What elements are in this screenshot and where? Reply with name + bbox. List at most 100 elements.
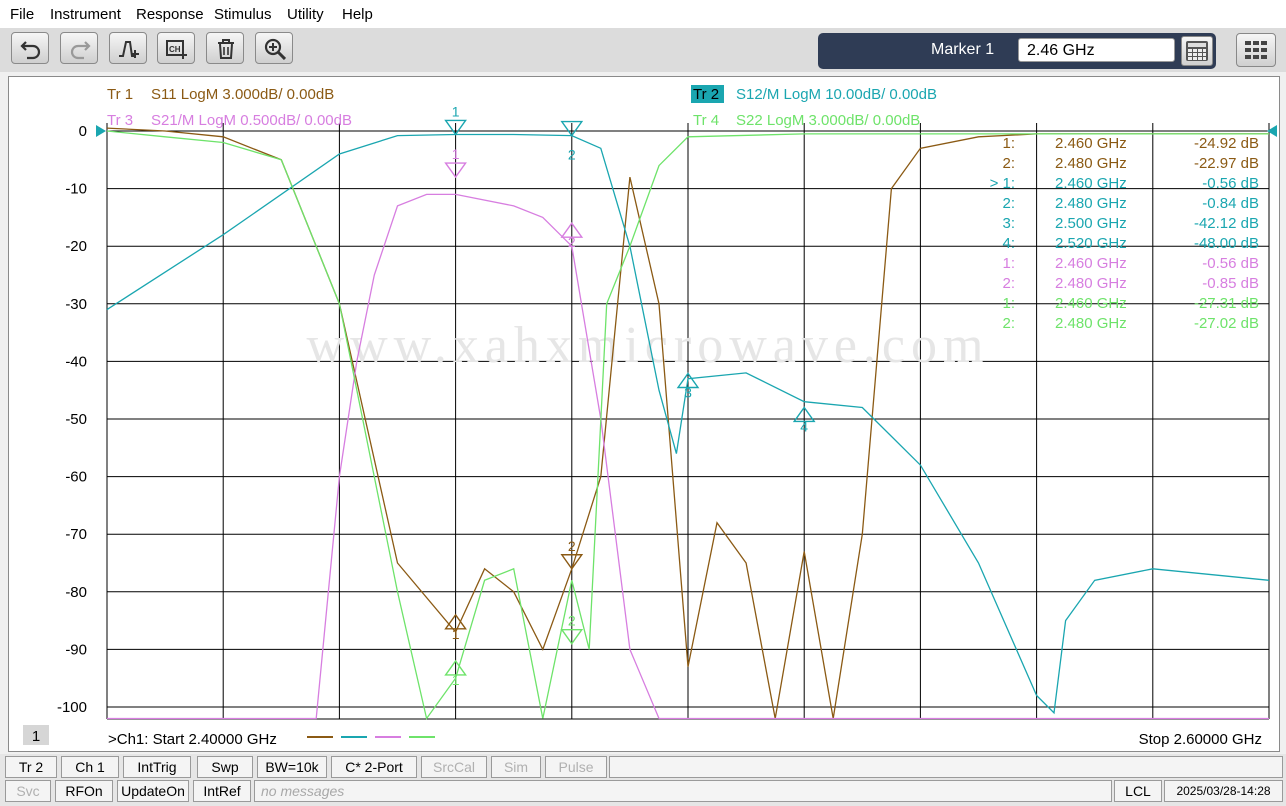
status-tr-2[interactable]: Tr 2 xyxy=(5,756,57,778)
add-channel-button[interactable]: CH xyxy=(157,32,195,64)
marker-readout-row: 2: 2.480 GHz -22.97 dB xyxy=(1002,155,1259,172)
marker-readout-row: 3: 2.500 GHz -42.12 dB xyxy=(1002,215,1259,232)
calculator-button[interactable] xyxy=(1181,36,1213,66)
svg-text:2.460 GHz: 2.460 GHz xyxy=(1055,255,1127,272)
menu-response[interactable]: Response xyxy=(136,6,204,23)
svg-text:2.480 GHz: 2.480 GHz xyxy=(1055,315,1127,332)
svg-text:1:: 1: xyxy=(1002,255,1015,272)
svg-text:2: 2 xyxy=(568,147,576,163)
grid-menu-icon xyxy=(1245,41,1267,59)
svg-text:1: 1 xyxy=(452,146,460,162)
status-updateon[interactable]: UpdateOn xyxy=(117,780,189,802)
svg-text:2.480 GHz: 2.480 GHz xyxy=(1055,155,1127,172)
marker-readout-row: 1: 2.460 GHz -0.56 dB xyxy=(1002,255,1259,272)
y-tick-label: -80 xyxy=(65,584,87,601)
svg-text:CH: CH xyxy=(169,45,181,54)
status-inttrig[interactable]: IntTrig xyxy=(123,756,191,778)
trace-chart: 0 -10 -20 -30 -40 -50 -60 -70 -80 -90 -100 www.xah… xyxy=(23,85,1277,748)
svg-text:2.460 GHz: 2.460 GHz xyxy=(1055,135,1127,152)
status-spacer xyxy=(609,756,1283,778)
status-datetime: 2025/03/28-14:28 xyxy=(1164,780,1283,802)
marker-readout-row: 4: 2.520 GHz -48.00 dB xyxy=(1002,235,1259,252)
y-tick-label: -70 xyxy=(65,526,87,543)
status-lcl[interactable]: LCL xyxy=(1114,780,1162,802)
y-tick-label: -40 xyxy=(65,353,87,370)
trace-3-tag[interactable]: Tr 3 xyxy=(107,112,133,129)
trace-3-label[interactable]: S21/M LogM 0.500dB/ 0.00dB xyxy=(151,112,352,129)
add-marker-button[interactable] xyxy=(109,32,147,64)
stop-frequency[interactable]: Stop 2.60000 GHz xyxy=(1139,731,1262,748)
y-tick-label: -30 xyxy=(65,296,87,313)
status-swp[interactable]: Swp xyxy=(197,756,253,778)
marker-readout-row: 2: 2.480 GHz -0.84 dB xyxy=(1002,195,1259,212)
svg-text:-27.02 dB: -27.02 dB xyxy=(1194,315,1259,332)
status-ch-1[interactable]: Ch 1 xyxy=(61,756,119,778)
grid xyxy=(106,123,1270,720)
add-channel-icon: CH xyxy=(166,40,187,59)
zoom-icon xyxy=(264,38,286,60)
y-tick-label: -100 xyxy=(57,699,87,716)
trace-1-tag[interactable]: Tr 1 xyxy=(107,86,133,103)
trace-4-tag[interactable]: Tr 4 xyxy=(693,112,719,129)
status-srccal[interactable]: SrcCal xyxy=(421,756,487,778)
trace-2-tag[interactable]: Tr 2 xyxy=(693,86,719,103)
svg-text:1:: 1: xyxy=(1002,135,1015,152)
svg-text:1: 1 xyxy=(452,626,460,642)
status-sim[interactable]: Sim xyxy=(491,756,541,778)
svg-text:-0.56 dB: -0.56 dB xyxy=(1202,255,1259,272)
svg-text:1: 1 xyxy=(452,103,460,119)
svg-text:1:: 1: xyxy=(1002,295,1015,312)
undo-button[interactable] xyxy=(11,32,49,64)
start-frequency[interactable]: >Ch1: Start 2.40000 GHz xyxy=(108,731,277,748)
svg-text:-48.00 dB: -48.00 dB xyxy=(1194,235,1259,252)
svg-text:2.520 GHz: 2.520 GHz xyxy=(1055,235,1127,252)
add-marker-icon xyxy=(119,41,139,58)
redo-icon xyxy=(70,41,91,60)
left-reference-arrow[interactable] xyxy=(96,125,106,137)
svg-text:2:: 2: xyxy=(1002,275,1015,292)
status-bw-10k[interactable]: BW=10k xyxy=(257,756,327,778)
redo-button[interactable] xyxy=(60,32,98,64)
delete-button[interactable] xyxy=(206,32,244,64)
y-tick-label: -10 xyxy=(65,181,87,198)
marker-readout-row: 2: 2.480 GHz -27.02 dB xyxy=(1002,315,1259,332)
svg-text:2.480 GHz: 2.480 GHz xyxy=(1055,275,1127,292)
marker-readout-row: > 1: 2.460 GHz -0.56 dB xyxy=(990,175,1259,192)
menu-file[interactable]: File xyxy=(10,6,34,23)
svg-text:2.460 GHz: 2.460 GHz xyxy=(1055,295,1127,312)
trace-4-label[interactable]: S22 LogM 3.000dB/ 0.00dB xyxy=(736,112,920,129)
channel-badge[interactable]: 1 xyxy=(32,728,40,745)
status-svc[interactable]: Svc xyxy=(5,780,51,802)
menu-utility[interactable]: Utility xyxy=(287,6,324,23)
svg-text:2:: 2: xyxy=(1002,155,1015,172)
svg-text:2.480 GHz: 2.480 GHz xyxy=(1055,195,1127,212)
status-pulse[interactable]: Pulse xyxy=(545,756,607,778)
main-menu-button[interactable] xyxy=(1236,33,1276,67)
markers: 1 2 3 4 1 2 1 2 1 2 xyxy=(444,103,816,688)
svg-text:-27.31 dB: -27.31 dB xyxy=(1194,295,1259,312)
zoom-button[interactable] xyxy=(255,32,293,64)
y-tick-label: -20 xyxy=(65,238,87,255)
marker-value-input[interactable]: 2.46 GHz xyxy=(1018,38,1175,62)
status-c-2-port[interactable]: C* 2-Port xyxy=(331,756,417,778)
calculator-icon xyxy=(1186,41,1208,61)
trace-2-label[interactable]: S12/M LogM 10.00dB/ 0.00dB xyxy=(736,86,937,103)
marker-panel: Marker 1 2.46 GHz xyxy=(818,33,1216,69)
menu-instrument[interactable]: Instrument xyxy=(50,6,121,23)
undo-icon xyxy=(20,41,41,60)
svg-text:2:: 2: xyxy=(1002,315,1015,332)
trace-display-window[interactable]: 0 -10 -20 -30 -40 -50 -60 -70 -80 -90 -100 www.xah… xyxy=(8,76,1280,752)
status-intref[interactable]: IntRef xyxy=(193,780,251,802)
svg-text:3: 3 xyxy=(684,384,692,400)
trace-1-label[interactable]: S11 LogM 3.000dB/ 0.00dB xyxy=(151,86,334,103)
svg-text:2:: 2: xyxy=(1002,195,1015,212)
status-bar: Tr 2 Ch 1 IntTrig Swp BW=10k C* 2-Port SrcCal S… xyxy=(0,754,1286,806)
menu-stimulus[interactable]: Stimulus xyxy=(214,6,272,23)
svg-text:2.460 GHz: 2.460 GHz xyxy=(1055,175,1127,192)
svg-text:-22.97 dB: -22.97 dB xyxy=(1194,155,1259,172)
menu-help[interactable]: Help xyxy=(342,6,373,23)
svg-text:2: 2 xyxy=(568,538,576,554)
svg-text:-0.84 dB: -0.84 dB xyxy=(1202,195,1259,212)
svg-text:-0.56 dB: -0.56 dB xyxy=(1202,175,1259,192)
status-rfon[interactable]: RFOn xyxy=(55,780,113,802)
